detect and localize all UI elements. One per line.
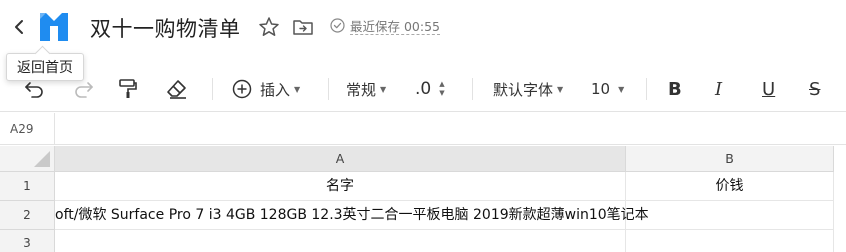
row-header-2[interactable]: 2 — [0, 201, 55, 230]
toolbar: 插入 ▼ 常规 ▼ .0 ▲ ▼ 默认字体 ▼ 10 ▼ B I U S — [0, 66, 846, 112]
document-title[interactable]: 双十一购物清单 — [90, 13, 241, 43]
eraser-icon — [167, 80, 186, 99]
cell-a1[interactable]: 名字 — [55, 172, 626, 201]
bold-icon: B — [668, 78, 682, 100]
undo-icon — [25, 82, 43, 98]
check-circle-icon — [330, 18, 345, 36]
bold-button[interactable]: B — [668, 76, 682, 102]
cell-a2[interactable]: oft/微软 Surface Pro 7 i3 4GB 128GB 12.3英寸… — [55, 201, 755, 230]
app-logo-icon[interactable] — [36, 10, 72, 44]
column-header-b[interactable]: B — [626, 146, 834, 172]
back-chevron-icon[interactable] — [10, 16, 28, 38]
cell-b1[interactable]: 价钱 — [626, 172, 834, 201]
number-format-label: 常规 — [346, 80, 377, 99]
format-painter-icon — [119, 79, 137, 98]
star-icon[interactable] — [258, 16, 280, 38]
stepper-arrows-icon: ▲ ▼ — [439, 80, 445, 97]
row-header-3[interactable]: 3 — [0, 230, 55, 252]
save-status: 最近保存 00:55 — [330, 18, 440, 36]
underline-icon: U — [762, 78, 776, 100]
cell-a3[interactable] — [55, 230, 626, 252]
strikethrough-button[interactable]: S — [809, 76, 820, 102]
clear-format-button[interactable] — [166, 76, 188, 102]
column-header-a[interactable]: A — [55, 146, 626, 172]
toolbar-divider — [472, 78, 473, 100]
strikethrough-icon: S — [809, 78, 821, 100]
caret-down-icon: ▼ — [380, 84, 387, 94]
caret-down-icon: ▼ — [618, 84, 625, 94]
font-size-select[interactable]: 10 ▼ — [591, 76, 624, 102]
toolbar-divider — [212, 78, 213, 100]
underline-button[interactable]: U — [762, 76, 775, 102]
font-family-select[interactable]: 默认字体 ▼ — [493, 76, 563, 102]
caret-down-icon: ▼ — [294, 84, 301, 94]
formula-bar: A29 — [0, 113, 846, 145]
cell-name-box[interactable]: A29 — [0, 113, 55, 145]
row-header-1[interactable]: 1 — [0, 172, 55, 201]
cell-b3[interactable] — [626, 230, 834, 252]
decimal-places-stepper[interactable]: .0 ▲ ▼ — [415, 76, 445, 102]
back-home-tooltip: 返回首页 — [6, 53, 84, 81]
font-family-label: 默认字体 — [493, 80, 554, 99]
title-bar: 双十一购物清单 最近保存 00:55 — [0, 0, 846, 56]
decimal-label: .0 — [415, 79, 432, 99]
toolbar-divider — [328, 78, 329, 100]
italic-button[interactable]: I — [715, 76, 722, 102]
plus-circle-icon — [232, 79, 252, 99]
move-to-folder-icon[interactable] — [292, 17, 314, 37]
select-all-corner[interactable] — [0, 146, 55, 172]
insert-label: 插入 — [260, 80, 291, 99]
number-format-select[interactable]: 常规 ▼ — [346, 76, 386, 102]
insert-button[interactable]: 插入 ▼ — [232, 76, 300, 102]
spreadsheet-grid: A B 1 2 3 名字 价钱 oft/微软 Surface Pro 7 i3 … — [0, 146, 846, 252]
italic-icon: I — [715, 78, 723, 100]
save-status-text: 最近保存 00:55 — [350, 19, 440, 35]
redo-icon — [75, 82, 93, 98]
caret-down-icon: ▼ — [557, 84, 564, 94]
font-size-label: 10 — [591, 80, 611, 98]
toolbar-divider — [646, 78, 647, 100]
format-painter-button[interactable] — [118, 76, 138, 102]
